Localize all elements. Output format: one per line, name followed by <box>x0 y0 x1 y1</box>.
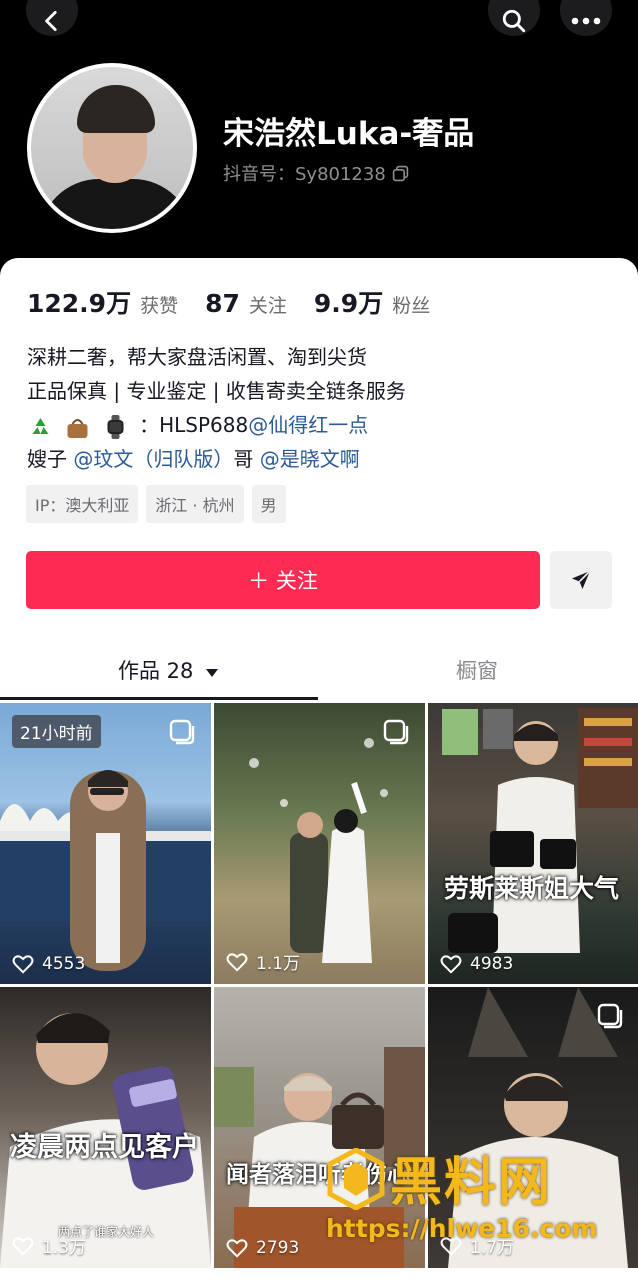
chevron-left-icon <box>45 10 57 32</box>
followers-label: 粉丝 <box>392 295 431 317</box>
following-count[interactable]: 87 <box>205 289 240 318</box>
back-button[interactable] <box>26 0 78 36</box>
like-count-value: 1.3万 <box>42 1238 87 1258</box>
avatar[interactable] <box>27 63 197 233</box>
time-badge: 21小时前 <box>12 715 101 748</box>
handbag-icon <box>67 418 88 438</box>
mention-link-1[interactable]: @仙得红一点 <box>248 413 368 437</box>
caret-down-icon <box>206 669 219 677</box>
like-count-value: 4983 <box>470 954 514 974</box>
like-count: 1.3万 <box>12 1233 86 1258</box>
video-thumbnail[interactable]: 凌晨两点见客户 两点了谁家大好人 1.3万 <box>0 987 211 1268</box>
video-thumbnail[interactable]: 劳斯莱斯姐大气 4983 <box>428 703 638 984</box>
watermark: 黑料网 https://hlwe16.com <box>320 1140 620 1250</box>
bio-line-1: 深耕二奢，帮大家盘活闲置、淘到尖货 <box>27 345 367 369</box>
video-thumbnail[interactable]: 21小时前 4553 <box>0 703 211 984</box>
like-count-value: 1.1万 <box>256 954 301 974</box>
showroom-shape <box>442 708 638 953</box>
mention-link-3[interactable]: @是晓文啊 <box>260 447 360 471</box>
video-thumbnail[interactable]: 1.1万 <box>214 703 425 984</box>
multi-image-icon <box>383 719 409 745</box>
search-icon <box>502 9 526 33</box>
recycle-icon <box>27 413 54 440</box>
heart-icon <box>226 1239 248 1258</box>
wedding-couple-shape <box>249 738 388 963</box>
send-icon <box>572 570 591 589</box>
tab-window[interactable]: 橱窗 <box>456 655 498 685</box>
profile-name: 宋浩然Luka-奢品 <box>223 116 475 152</box>
heart-icon <box>226 952 248 972</box>
bio-line-3: ：HLSP688@仙得红一点 <box>27 409 368 440</box>
bio-relation-1: 嫂子 <box>27 447 67 471</box>
message-button[interactable] <box>550 551 612 609</box>
bio-relation-2: 哥 <box>233 447 254 471</box>
copy-icon[interactable] <box>392 165 409 182</box>
video-caption: 劳斯莱斯姐大气 <box>444 874 620 903</box>
bio-contact: ：HLSP688 <box>139 413 249 437</box>
profile-stats: 122.9万 获赞 87 关注 9.9万 粉丝 <box>27 284 457 320</box>
bio-line-4: 嫂子 @玟文（归队版）哥 @是晓文啊 <box>27 443 360 472</box>
heart-icon <box>440 955 462 974</box>
likes-label: 获赞 <box>140 295 179 317</box>
bio-line-2: 正品保真 | 专业鉴定 | 收售寄卖全链条服务 <box>27 379 406 403</box>
video-caption: 凌晨两点见客户 <box>10 1132 199 1163</box>
like-count: 2793 <box>226 1238 299 1258</box>
like-count: 4553 <box>12 954 85 974</box>
watermark-title: 黑料网 <box>390 1153 553 1213</box>
like-count: 1.1万 <box>226 949 300 974</box>
tag-location: 浙江 · 杭州 <box>146 485 244 523</box>
tag-ip: IP：澳大利亚 <box>26 485 139 523</box>
follow-button[interactable]: ＋ 关注 <box>26 551 540 609</box>
tag-gender: 男 <box>251 485 286 523</box>
followers-count[interactable]: 9.9万 <box>314 284 383 320</box>
watermark-url: https://hlwe16.com <box>326 1214 598 1243</box>
heart-icon <box>12 1236 34 1256</box>
tab-works[interactable]: 作品 28 <box>118 655 219 685</box>
mention-link-2[interactable]: @玟文（归队版） <box>73 447 233 471</box>
more-button[interactable] <box>560 0 612 36</box>
avatar-body <box>39 179 193 229</box>
multi-image-icon <box>597 1003 623 1029</box>
profile-tags: IP：澳大利亚 浙江 · 杭州 男 <box>26 485 286 523</box>
active-tab-indicator <box>0 697 318 700</box>
watch-icon <box>107 414 124 439</box>
like-count-value: 2793 <box>256 1238 300 1258</box>
search-button[interactable] <box>488 0 540 36</box>
following-label: 关注 <box>248 295 287 317</box>
like-count: 4983 <box>440 954 513 974</box>
avatar-hair <box>77 85 155 133</box>
tab-works-label: 作品 28 <box>118 659 194 683</box>
multi-image-icon <box>169 719 195 745</box>
douyin-id[interactable]: 抖音号：Sy801238 <box>223 160 409 186</box>
heart-icon <box>12 955 34 974</box>
watermark-logo-icon <box>327 1148 385 1210</box>
douyin-id-text: 抖音号：Sy801238 <box>223 164 386 185</box>
likes-count[interactable]: 122.9万 <box>27 284 131 320</box>
like-count-value: 4553 <box>42 954 86 974</box>
more-dots-icon <box>571 17 601 25</box>
